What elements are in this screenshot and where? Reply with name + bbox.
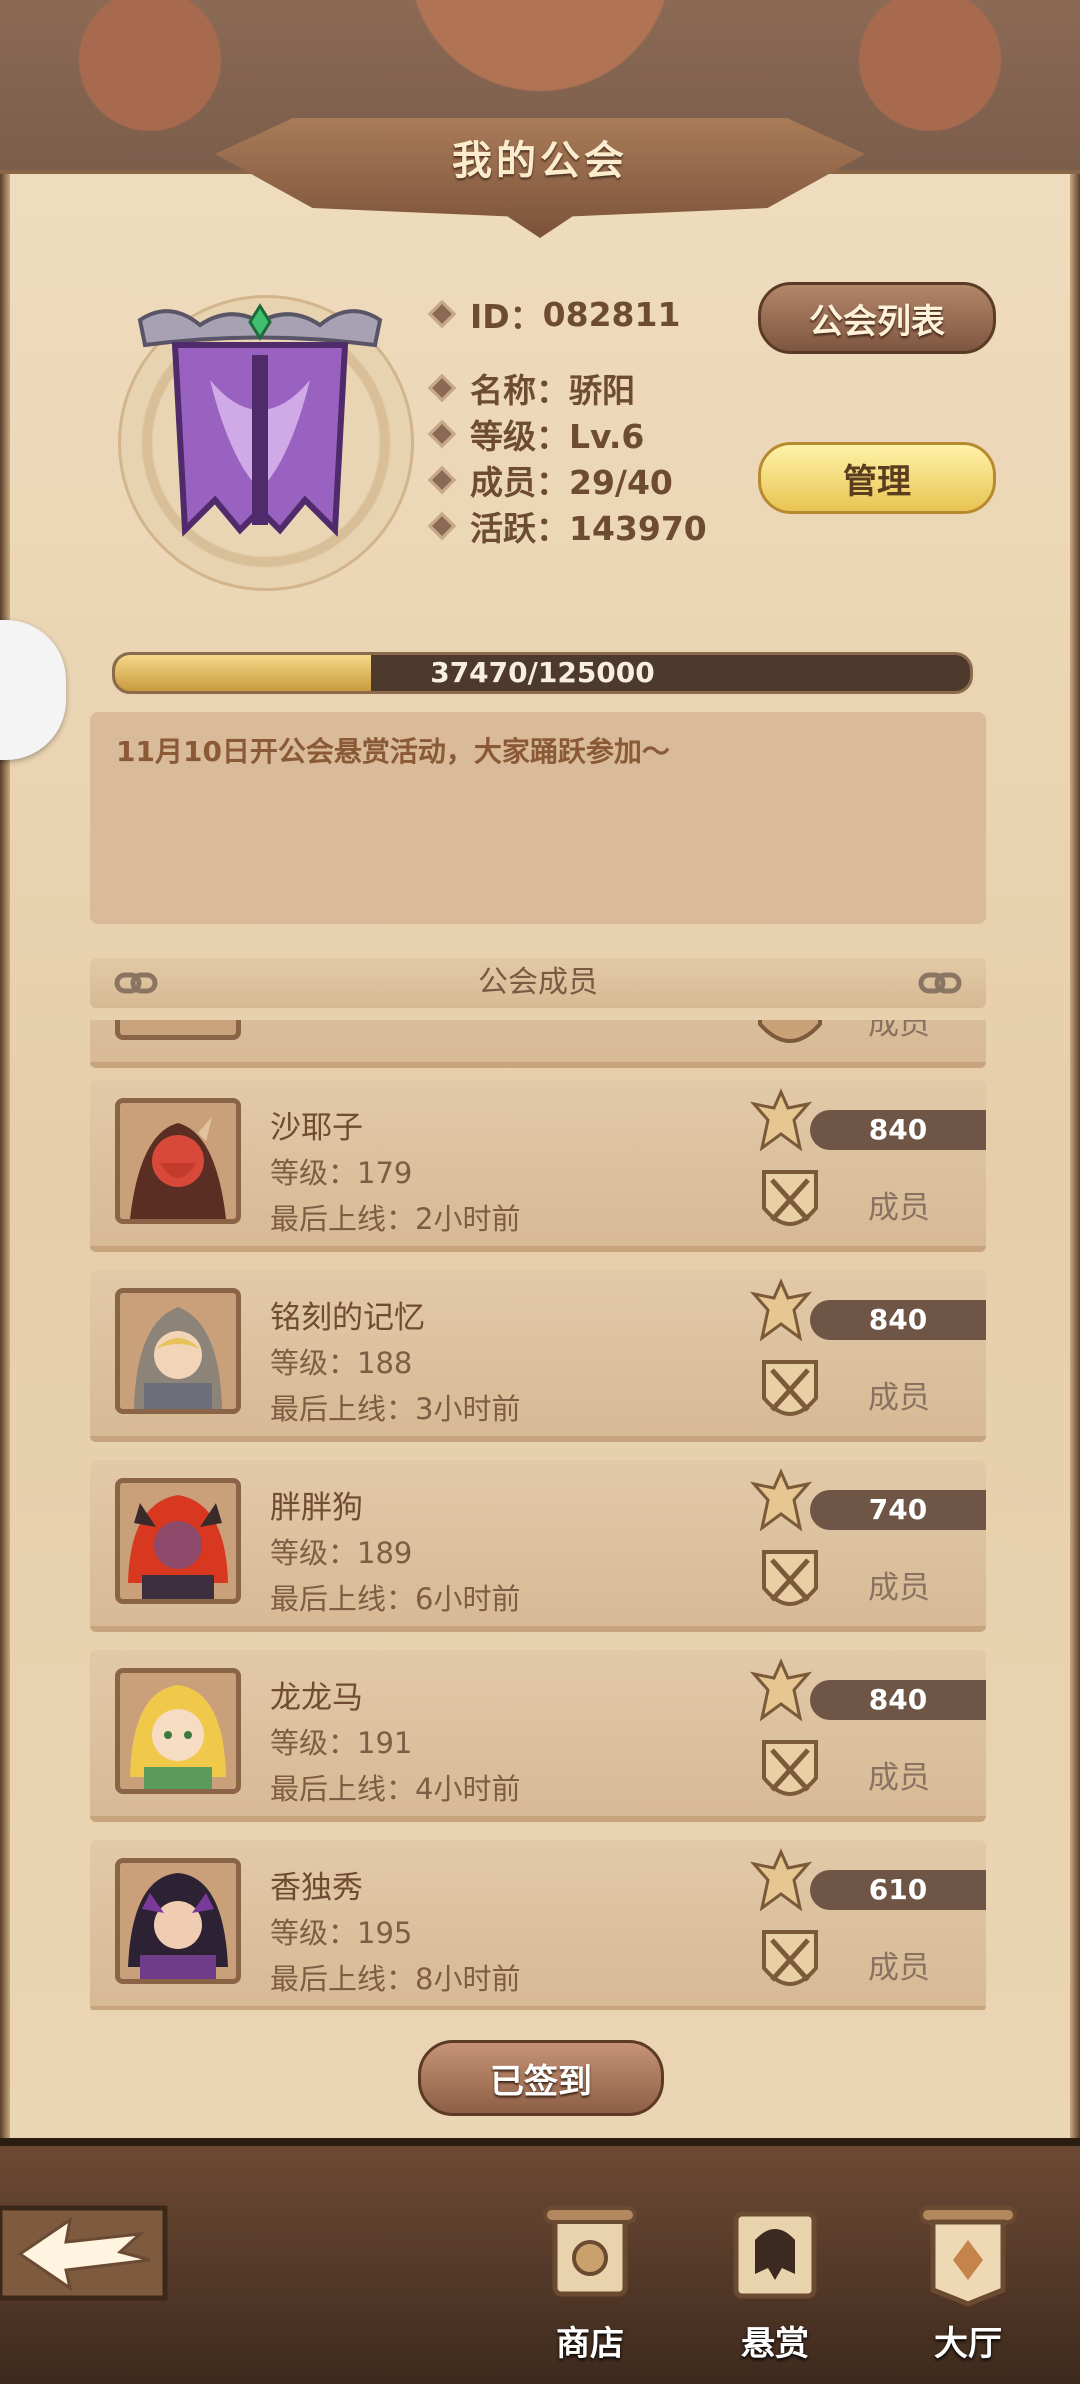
nav-bounty-label: 悬赏 [741,2324,809,2364]
chain-link-icon [918,972,962,994]
member-list[interactable]: 成员 沙耶子 等级：179 最后上线：2小时前 840 成员 铭刻的记忆 等级：… [90,1020,986,2010]
member-contribution-points: 840 [810,1110,986,1150]
guild-id-label: ID： [470,297,543,336]
hall-banner-icon [919,2206,1017,2307]
member-avatar [115,1098,241,1224]
guild-notice-board: 11月10日开公会悬赏活动，大家踊跃参加～ [90,712,986,924]
wing-crest-icon [750,1848,812,1912]
member-contribution-points: 840 [810,1300,986,1340]
member-card[interactable]: 香独秀 等级：195 最后上线：8小时前 610 成员 [90,1840,986,2010]
diamond-bullet-icon [427,465,457,495]
member-role: 成员 [868,1570,930,1606]
bounty-helmet-icon [733,2211,817,2299]
member-name: 香独秀 [270,1870,363,1906]
member-level: 等级：191 [270,1726,413,1760]
member-card[interactable]: 铭刻的记忆 等级：188 最后上线：3小时前 840 成员 [90,1270,986,1442]
member-role: 成员 [868,1190,930,1226]
member-role: 成员 [868,1020,930,1042]
guild-member-count: 成员：29/40 [470,463,673,502]
member-role: 成员 [868,1760,930,1796]
member-name: 龙龙马 [270,1680,363,1716]
manage-button[interactable]: 管理 [758,442,996,514]
crossed-swords-shield-icon [762,1550,818,1606]
guild-exp-progress-bar: 37470/125000 [112,652,973,694]
member-role: 成员 [868,1950,930,1986]
nav-hall-label: 大厅 [934,2324,1002,2364]
member-card-partial[interactable]: 成员 [90,1020,986,1068]
member-avatar [115,1668,241,1794]
page-title: 我的公会 [452,138,628,184]
member-last-online: 最后上线：6小时前 [270,1582,521,1616]
member-avatar [115,1288,241,1414]
progress-text: 37470/125000 [430,656,655,689]
guild-id-row: ID： 082811 [427,290,681,338]
member-avatar [115,1478,241,1604]
guild-list-button[interactable]: 公会列表 [758,282,996,354]
guild-level: 等级：Lv.6 [470,417,645,456]
guild-emblem-icon [137,303,383,537]
wing-crest-icon [750,1088,812,1152]
member-avatar [115,1020,241,1040]
member-last-online: 最后上线：2小时前 [270,1202,521,1236]
guild-level-row: 等级：Lv.6 [427,410,645,458]
crossed-swords-shield-icon [762,1930,818,1986]
member-level: 等级：188 [270,1346,413,1380]
signed-in-button[interactable]: 已签到 [418,2040,664,2116]
members-section-header: 公会成员 [90,958,986,1008]
guild-name: 名称：骄阳 [470,371,635,410]
member-contribution-points: 740 [810,1490,986,1530]
member-level: 等级：195 [270,1916,413,1950]
member-rank-icon [758,1020,822,1043]
wing-crest-icon [750,1658,812,1722]
member-card[interactable]: 沙耶子 等级：179 最后上线：2小时前 840 成员 [90,1080,986,1252]
member-last-online: 最后上线：4小时前 [270,1772,521,1806]
back-arrow-icon[interactable] [0,2190,180,2310]
guild-id-value: 082811 [542,294,681,334]
diamond-bullet-icon [427,419,457,449]
crossed-swords-shield-icon [762,1360,818,1416]
member-level: 等级：179 [270,1156,413,1190]
nav-shop-label: 商店 [556,2324,624,2364]
crossed-swords-shield-icon [762,1740,818,1796]
member-avatar [115,1858,241,1984]
nav-bounty[interactable]: 悬赏 [710,2200,840,2370]
guild-name-row: 名称：骄阳 [427,364,635,412]
diamond-bullet-icon [427,373,457,403]
shop-scroll-icon [543,2206,637,2297]
member-contribution-points: 610 [810,1870,986,1910]
member-name: 铭刻的记忆 [270,1300,425,1336]
members-section-title: 公会成员 [478,965,598,1000]
member-last-online: 最后上线：3小时前 [270,1392,521,1426]
member-card[interactable]: 胖胖狗 等级：189 最后上线：6小时前 740 成员 [90,1460,986,1632]
member-contribution-points: 840 [810,1680,986,1720]
wing-crest-icon [750,1468,812,1532]
wing-crest-icon [750,1278,812,1342]
member-card[interactable]: 龙龙马 等级：191 最后上线：4小时前 840 成员 [90,1650,986,1822]
guild-activity-row: 活跃：143970 [427,502,707,550]
member-role: 成员 [868,1380,930,1416]
nav-shop[interactable]: 商店 [525,2200,655,2370]
diamond-bullet-icon [427,511,457,541]
guild-members-row: 成员：29/40 [427,456,673,504]
guild-activity: 活跃：143970 [470,509,707,548]
crossed-swords-shield-icon [762,1170,818,1226]
member-level: 等级：189 [270,1536,413,1570]
notice-text: 11月10日开公会悬赏活动，大家踊跃参加～ [116,735,670,768]
diamond-bullet-icon [427,299,457,329]
member-name: 沙耶子 [270,1110,363,1146]
member-last-online: 最后上线：8小时前 [270,1962,521,1996]
nav-hall[interactable]: 大厅 [903,2200,1033,2370]
member-name: 胖胖狗 [270,1490,363,1526]
